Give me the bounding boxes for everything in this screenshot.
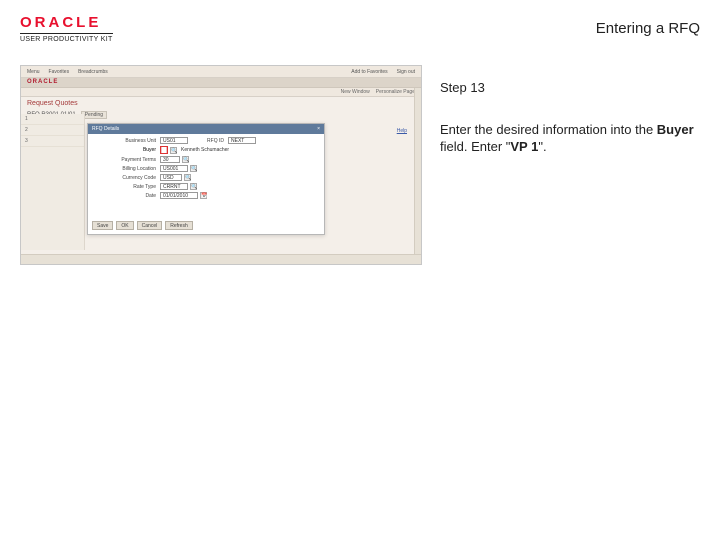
new-window-link[interactable]: New Window bbox=[341, 89, 370, 95]
bill-field[interactable]: US001 bbox=[160, 165, 188, 172]
rfqid-label: RFQ ID bbox=[188, 138, 228, 144]
rate-field[interactable]: CRRNT bbox=[160, 183, 188, 190]
instruction-pre: Enter the desired information into the bbox=[440, 122, 657, 137]
lookup-icon[interactable]: 🔍 bbox=[182, 156, 189, 163]
pay-label: Payment Terms bbox=[90, 157, 160, 163]
cancel-button[interactable]: Cancel bbox=[137, 221, 163, 230]
help-link[interactable]: Help bbox=[397, 128, 407, 134]
bu-label: Business Unit bbox=[90, 138, 160, 144]
instruction-field-name: Buyer bbox=[657, 122, 694, 137]
lookup-icon[interactable]: 🔍 bbox=[190, 165, 197, 172]
date-label: Date bbox=[90, 193, 160, 199]
scrollbar-horizontal[interactable] bbox=[21, 254, 421, 264]
oracle-logo: ORACLE bbox=[20, 14, 113, 31]
instruction-text: Enter the desired information into the B… bbox=[440, 121, 700, 156]
gutter-item: 1 bbox=[21, 114, 84, 125]
curr-label: Currency Code bbox=[90, 175, 160, 181]
date-field[interactable]: 01/01/2010 bbox=[160, 192, 198, 199]
nav-breadcrumbs: Breadcrumbs bbox=[78, 69, 108, 75]
nav-favorites[interactable]: Favorites bbox=[49, 69, 70, 75]
nav-add-fav[interactable]: Add to Favorites bbox=[351, 69, 387, 75]
brand-block: ORACLE USER PRODUCTIVITY KIT bbox=[20, 14, 113, 43]
scrollbar-vertical[interactable] bbox=[414, 88, 421, 264]
ok-button[interactable]: OK bbox=[116, 221, 133, 230]
instruction-value: VP 1 bbox=[510, 139, 538, 154]
curr-field[interactable]: USD bbox=[160, 174, 182, 181]
app-topnav: Menu Favorites Breadcrumbs Add to Favori… bbox=[21, 66, 421, 78]
dialog-title: RFQ Details bbox=[92, 126, 119, 132]
pay-field[interactable]: 30 bbox=[160, 156, 180, 163]
rate-label: Rate Type bbox=[90, 184, 160, 190]
app-brand: ORACLE bbox=[21, 78, 421, 88]
upk-subtitle: USER PRODUCTIVITY KIT bbox=[20, 33, 113, 43]
page-title: Entering a RFQ bbox=[596, 20, 700, 37]
gutter-item: 3 bbox=[21, 136, 84, 147]
buyer-field[interactable] bbox=[162, 147, 166, 153]
app-subnav: New Window Personalize Page bbox=[21, 88, 421, 97]
rfqid-field[interactable]: NEXT bbox=[228, 137, 256, 144]
gutter-item: 2 bbox=[21, 125, 84, 136]
bill-label: Billing Location bbox=[90, 166, 160, 172]
instruction-post: ". bbox=[538, 139, 546, 154]
rfq-dialog: RFQ Details × Business Unit US01 RFQ ID … bbox=[87, 123, 325, 235]
nav-menu[interactable]: Menu bbox=[27, 69, 40, 75]
lookup-icon[interactable]: 🔍 bbox=[170, 147, 177, 154]
embedded-screenshot: Menu Favorites Breadcrumbs Add to Favori… bbox=[20, 65, 422, 265]
step-label: Step 13 bbox=[440, 79, 700, 97]
buyer-name: Kenneth Schumacher bbox=[181, 147, 229, 153]
left-gutter: 1 2 3 bbox=[21, 114, 85, 250]
buyer-label: Buyer bbox=[90, 147, 160, 153]
calendar-icon[interactable]: 📅 bbox=[200, 192, 207, 199]
lookup-icon[interactable]: 🔍 bbox=[184, 174, 191, 181]
refresh-button[interactable]: Refresh bbox=[165, 221, 193, 230]
close-icon[interactable]: × bbox=[317, 126, 320, 132]
save-button[interactable]: Save bbox=[92, 221, 113, 230]
nav-signout[interactable]: Sign out bbox=[397, 69, 415, 75]
personalize-link[interactable]: Personalize Page bbox=[376, 89, 415, 95]
lookup-icon[interactable]: 🔍 bbox=[190, 183, 197, 190]
bu-field[interactable]: US01 bbox=[160, 137, 188, 144]
panel-title: Request Quotes bbox=[21, 97, 421, 110]
instruction-mid: field. Enter " bbox=[440, 139, 510, 154]
